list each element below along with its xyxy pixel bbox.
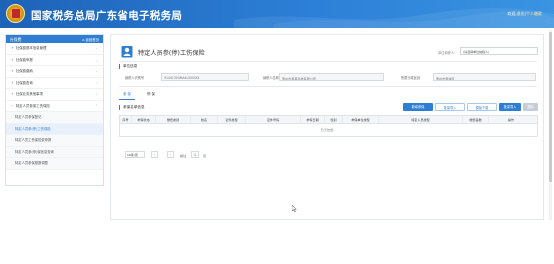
col-header: 参保单位类型	[343, 116, 379, 123]
chevron-left-icon: ‹	[153, 153, 156, 157]
col-header: 缴费类别	[156, 116, 191, 123]
mouse-cursor-icon	[292, 205, 297, 212]
sidebar-header: 社保费 ⌂ 返回首页	[6, 35, 103, 43]
sidebar-subitem-register[interactable]: 特定人员参保登记	[6, 112, 103, 124]
chevron-up-icon: ⌃	[94, 103, 98, 108]
back-home-label: 返回首页	[85, 38, 99, 42]
page-title: 特定人员参(停)工伤保险	[138, 50, 205, 57]
unit-name-label: 纳税人名称	[263, 76, 279, 80]
taxpayer-select[interactable]: (请选择单位纳税人)	[460, 47, 538, 55]
welcome-prefix: 欢迎,	[507, 11, 517, 16]
delete-button[interactable]: 删除	[523, 103, 538, 111]
sidebar-item-basic-info[interactable]: + 社保费基本信息管理 ⌄	[6, 43, 103, 55]
reg-no-label: 纳税人识别号	[125, 76, 145, 80]
user-menu-link[interactable]: 退出|个人缴款	[517, 11, 542, 16]
sidebar-item-label: 社保费基本信息管理	[15, 46, 47, 50]
sidebar-item-label: 社保费缴纳	[15, 69, 33, 73]
sidebar-item-label: 社保业务其他事项	[15, 92, 43, 96]
page-jump-prefix: 前往	[180, 153, 187, 158]
list-title: 参保名单信息	[119, 105, 145, 110]
tab-stop[interactable]: 停 保	[147, 90, 155, 98]
chevron-down-icon: ⌄	[94, 57, 98, 62]
unit-name-field: 惠州市某某科技有限公司	[279, 73, 384, 81]
header-decoration	[234, 8, 554, 28]
chevron-down-icon: ⌄	[94, 69, 98, 73]
divider	[119, 86, 537, 87]
table-empty-text: 暂无数据。	[320, 128, 337, 132]
col-header: 性别	[325, 116, 343, 123]
plus-icon: +	[11, 57, 14, 62]
col-header: 姓名	[191, 116, 218, 123]
sidebar-subitem-base-adjust[interactable]: 特定人员参保基数调整	[6, 158, 103, 170]
col-header: 特定人员类型	[379, 116, 463, 123]
site-title: 国家税务总局广东省电子税务局	[31, 10, 183, 22]
col-header: 参保日期	[301, 116, 325, 123]
batch-import-button[interactable]: 批量导入	[499, 103, 521, 111]
district-label: 所属行政区划	[401, 76, 421, 80]
reg-no-field: 91441300MA4UXXXXX	[161, 73, 249, 81]
sidebar: 社保费 ⌂ 返回首页 + 社保费基本信息管理 ⌄ + 社保费申报 ⌄ + 社保费缴纳 ⌄ +…	[5, 34, 104, 186]
taxpayer-label: 单位纳税人:	[438, 51, 456, 55]
page-size-select[interactable]: 10条/页	[125, 151, 145, 158]
sidebar-item-query[interactable]: + 社保费查询 ⌄	[6, 78, 103, 89]
active-tab-indicator	[119, 99, 135, 100]
table-header: 序号 参保状态 缴费类别 姓名 证件类型 证件号码 参保日期 性别 参保单位类型…	[120, 116, 537, 124]
district-field: 惠州市惠城区	[433, 73, 536, 81]
prev-page-button[interactable]: ‹	[151, 151, 158, 158]
sidebar-item-declare[interactable]: + 社保费申报 ⌄	[6, 55, 103, 66]
sidebar-subitem-query[interactable]: 特定人员参(停)保信息查询	[6, 146, 103, 158]
next-page-button[interactable]: ›	[167, 151, 174, 158]
sidebar-subitem-enroll-stop[interactable]: 特定人员参(停)工伤保险	[6, 123, 103, 135]
col-header: 缴费基数	[463, 116, 489, 123]
chevron-down-icon: ⌄	[94, 92, 98, 96]
sidebar-item-label: 特定人员参保工伤保险	[15, 103, 50, 108]
tax-emblem-logo	[6, 4, 25, 23]
col-header: 序号	[120, 116, 132, 123]
tab-enroll[interactable]: 参 保	[123, 90, 131, 98]
page-jump-suffix: 页	[203, 153, 207, 158]
sidebar-item-label: 社保费申报	[15, 57, 33, 62]
back-home-link[interactable]: ⌂ 返回首页	[82, 37, 99, 42]
sidebar-item-label: 社保费查询	[15, 80, 33, 85]
unit-info-title: 单位信息	[119, 64, 137, 69]
app-header: 国家税务总局广东省电子税务局 欢迎,退出|个人缴款	[0, 0, 554, 28]
add-enroll-button[interactable]: 新增参保	[403, 103, 433, 111]
plus-icon: +	[11, 69, 14, 73]
chevron-right-icon: ›	[169, 153, 172, 157]
person-card-icon	[121, 46, 133, 58]
chevron-down-icon: ⌄	[94, 80, 98, 85]
import-button[interactable]: 批量导入	[435, 103, 465, 111]
sidebar-subitem-declare[interactable]: 特定人员工伤保险费申报	[6, 135, 103, 147]
col-header: 参保状态	[132, 116, 156, 123]
plus-icon: +	[11, 46, 14, 50]
col-header: 证件号码	[246, 116, 301, 123]
sidebar-title: 社保费	[10, 37, 22, 42]
welcome-text: 欢迎,退出|个人缴款	[507, 11, 542, 17]
sidebar-item-other[interactable]: + 社保业务其他事项 ⌄	[6, 89, 103, 101]
plus-icon: +	[11, 92, 14, 96]
enroll-table: 序号 参保状态 缴费类别 姓名 证件类型 证件号码 参保日期 性别 参保单位类型…	[119, 115, 538, 137]
col-header: 证件类型	[218, 116, 246, 123]
plus-icon: +	[11, 80, 14, 85]
page-number-input[interactable]: 1	[191, 151, 199, 158]
template-download-button[interactable]: 模板下载	[467, 103, 497, 111]
sidebar-item-special-injury[interactable]: − 特定人员参保工伤保险 ⌃	[6, 101, 103, 112]
minus-icon: −	[11, 103, 14, 108]
sidebar-item-payment[interactable]: + 社保费缴纳 ⌄	[6, 66, 103, 78]
chevron-down-icon: ⌄	[94, 46, 98, 50]
scrollbar-thumb[interactable]	[549, 32, 552, 182]
divider	[119, 61, 537, 62]
main-panel: 特定人员参(停)工伤保险 单位纳税人: (请选择单位纳税人) 单位信息 纳税人识…	[110, 34, 544, 220]
col-header: 操作	[507, 118, 515, 122]
